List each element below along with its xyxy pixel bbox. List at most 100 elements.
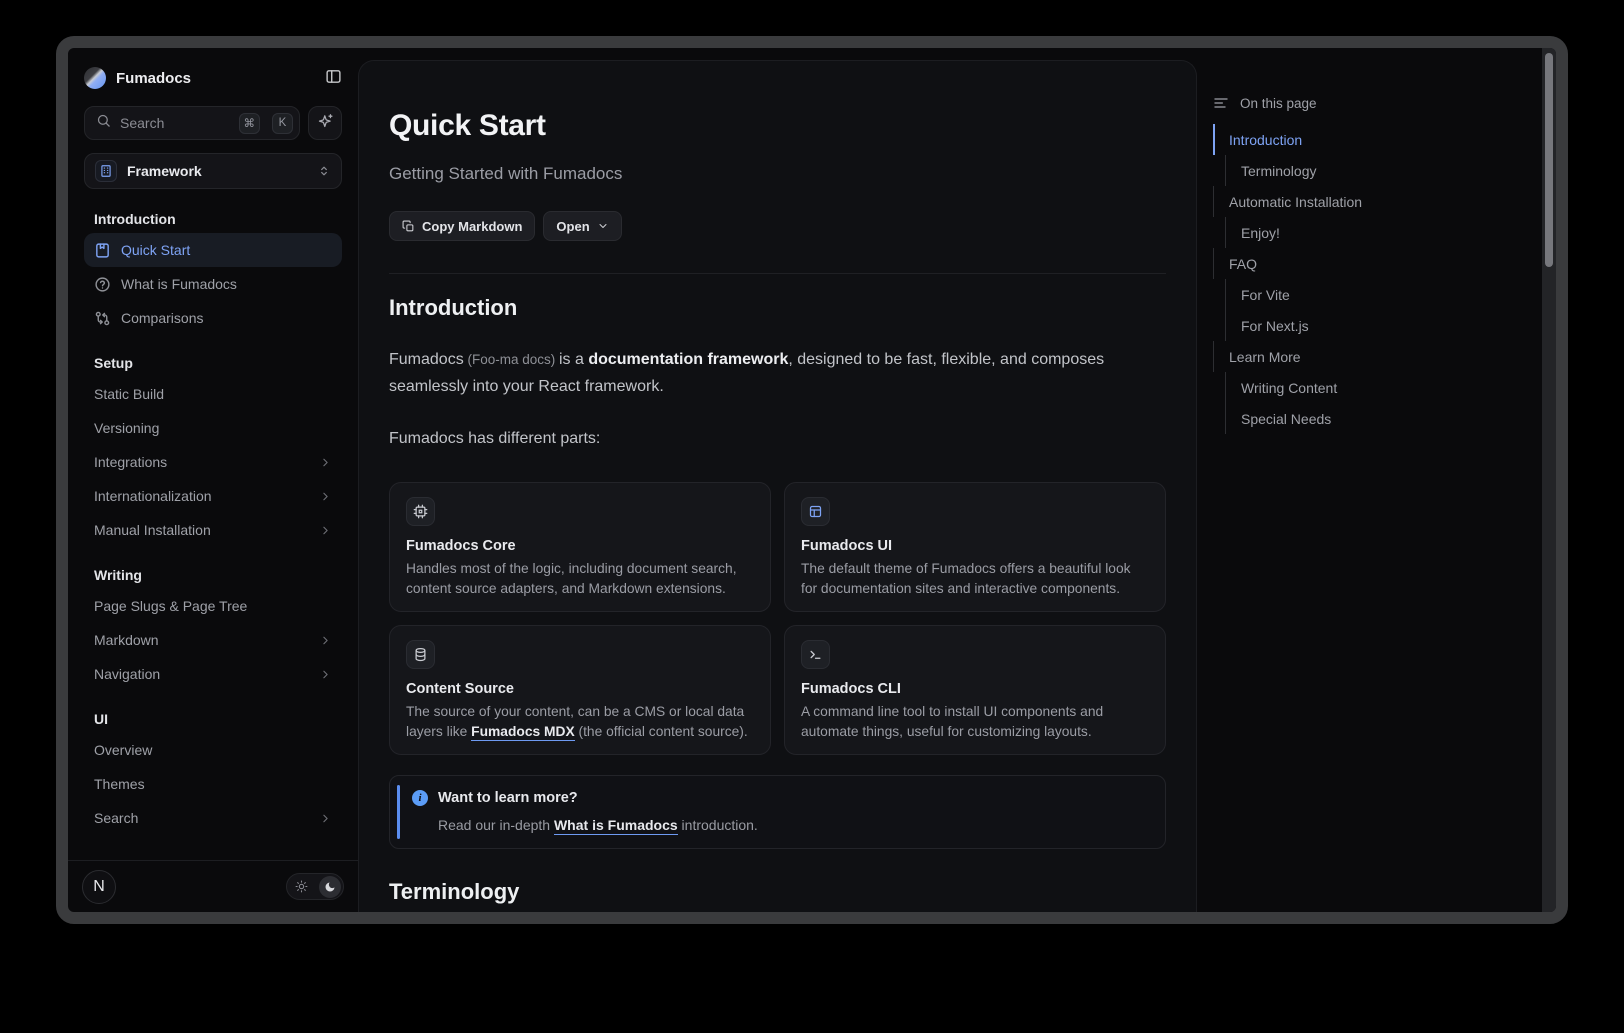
sidebar-item-quick-start[interactable]: Quick Start [84, 233, 342, 267]
toc-item-writing-content[interactable]: Writing Content [1225, 372, 1513, 403]
window-scrollbar-thumb[interactable] [1545, 53, 1553, 267]
callout-accent-bar [397, 785, 400, 839]
section-divider [389, 273, 1166, 274]
card-description: A command line tool to install UI compon… [801, 702, 1149, 741]
card-title: Fumadocs Core [406, 538, 754, 554]
copy-markdown-button[interactable]: Copy Markdown [389, 211, 535, 241]
sidebar-item-manual-installation[interactable]: Manual Installation [84, 513, 342, 547]
sidebar-item-integrations[interactable]: Integrations [84, 445, 342, 479]
chevron-down-icon [597, 220, 609, 232]
sidebar-item-label: Navigation [94, 666, 160, 682]
window-scrollbar-track[interactable] [1542, 48, 1556, 912]
sidebar-item-label: Versioning [94, 420, 159, 436]
search-placeholder: Search [120, 115, 227, 131]
toc-item-special-needs[interactable]: Special Needs [1225, 403, 1513, 434]
framework-select-value: Framework [127, 163, 202, 179]
sidebar-item-markdown[interactable]: Markdown [84, 623, 342, 657]
sidebar-item-page-slugs[interactable]: Page Slugs & Page Tree [84, 589, 342, 623]
sidebar-nav: Introduction Quick Start What is Fumadoc… [84, 211, 342, 835]
card-title: Content Source [406, 681, 754, 697]
kbd-command: ⌘ [239, 113, 261, 134]
page-title: Quick Start [389, 109, 1166, 143]
card-fumadocs-cli[interactable]: Fumadocs CLI A command line tool to inst… [784, 625, 1166, 755]
search-input[interactable]: Search ⌘ K [84, 106, 300, 140]
card-fumadocs-ui[interactable]: Fumadocs UI The default theme of Fumadoc… [784, 482, 1166, 612]
chevron-right-icon [319, 456, 332, 469]
sidebar-item-static-build[interactable]: Static Build [84, 377, 342, 411]
sidebar-header: Fumadocs [84, 60, 342, 96]
sidebar-item-label: Manual Installation [94, 522, 211, 538]
intro-paragraph: Fumadocs (Foo-ma docs) is a documentatio… [389, 346, 1166, 400]
section-title-writing: Writing [84, 567, 342, 583]
toc-item-faq[interactable]: FAQ [1213, 248, 1513, 279]
card-content-source[interactable]: Content Source The source of your conten… [389, 625, 771, 755]
toc-item-for-nextjs[interactable]: For Next.js [1225, 310, 1513, 341]
sidebar-item-themes[interactable]: Themes [84, 767, 342, 801]
fumadocs-logo [84, 67, 106, 89]
circle-help-icon [94, 276, 111, 293]
callout-text-pre: Read our in-depth [438, 817, 554, 833]
toc-item-for-vite[interactable]: For Vite [1225, 279, 1513, 310]
article-panel: Quick Start Getting Started with Fumadoc… [358, 60, 1197, 912]
framework-select[interactable]: Framework [84, 153, 342, 189]
toc-item-learn-more[interactable]: Learn More [1213, 341, 1513, 372]
sidebar-item-what-is-fumadocs[interactable]: What is Fumadocs [84, 267, 342, 301]
toc-item-introduction[interactable]: Introduction [1213, 124, 1513, 155]
sidebar-footer: N [68, 860, 358, 912]
callout-content: Want to learn more? Read our in-depth Wh… [438, 788, 758, 835]
card-description: The source of your content, can be a CMS… [406, 702, 754, 741]
toc-item-automatic-installation[interactable]: Automatic Installation [1213, 186, 1513, 217]
copy-markdown-label: Copy Markdown [422, 219, 522, 234]
callout-text-post: introduction. [678, 817, 758, 833]
page-actions: Copy Markdown Open [389, 211, 1166, 241]
sidebar-item-label: Quick Start [121, 242, 190, 258]
sun-icon [295, 880, 308, 893]
sidebar-item-internationalization[interactable]: Internationalization [84, 479, 342, 513]
avatar-letter: N [93, 878, 105, 896]
feature-cards: Fumadocs Core Handles most of the logic,… [389, 482, 1166, 755]
card-description: The default theme of Fumadocs offers a b… [801, 559, 1149, 598]
avatar[interactable]: N [82, 870, 116, 904]
building-icon [95, 160, 117, 182]
intro-mid: is a [559, 351, 588, 368]
moon-icon [319, 876, 341, 898]
open-button[interactable]: Open [543, 211, 621, 241]
what-is-fumadocs-link[interactable]: What is Fumadocs [554, 817, 678, 835]
app-window: Fumadocs Search ⌘ K [56, 36, 1568, 924]
sidebar-item-label: What is Fumadocs [121, 276, 237, 292]
card-description: Handles most of the logic, including doc… [406, 559, 754, 598]
sidebar-collapse-button[interactable] [325, 68, 342, 88]
callout-title: Want to learn more? [438, 788, 758, 808]
sidebar-item-versioning[interactable]: Versioning [84, 411, 342, 445]
card-fumadocs-core[interactable]: Fumadocs Core Handles most of the logic,… [389, 482, 771, 612]
theme-toggle[interactable] [286, 873, 344, 900]
search-icon [96, 113, 111, 133]
brand-title: Fumadocs [116, 70, 191, 87]
card-title: Fumadocs CLI [801, 681, 1149, 697]
toc-item-enjoy[interactable]: Enjoy! [1225, 217, 1513, 248]
cpu-icon [406, 497, 435, 526]
sidebar-item-comparisons[interactable]: Comparisons [84, 301, 342, 335]
terminal-icon [801, 640, 830, 669]
sidebar-item-search[interactable]: Search [84, 801, 342, 835]
chevron-right-icon [319, 812, 332, 825]
section-title-introduction: Introduction [84, 211, 342, 227]
ai-search-button[interactable] [308, 106, 342, 140]
page-subtitle: Getting Started with Fumadocs [389, 164, 1166, 184]
sidebar-item-navigation[interactable]: Navigation [84, 657, 342, 691]
card-desc-post: (the official content source). [575, 724, 748, 739]
panel-left-icon [325, 68, 342, 88]
sidebar-item-label: Internationalization [94, 488, 212, 504]
chevron-right-icon [319, 668, 332, 681]
toc-header-label: On this page [1240, 96, 1317, 111]
callout-body: Read our in-depth What is Fumadocs intro… [438, 815, 758, 835]
sidebar: Fumadocs Search ⌘ K [68, 48, 358, 912]
toc-item-terminology[interactable]: Terminology [1225, 155, 1513, 186]
chevron-right-icon [319, 634, 332, 647]
section-title-setup: Setup [84, 355, 342, 371]
card-title: Fumadocs UI [801, 538, 1149, 554]
fumadocs-mdx-link[interactable]: Fumadocs MDX [471, 724, 575, 741]
sidebar-item-label: Markdown [94, 632, 159, 648]
layout-icon [801, 497, 830, 526]
sidebar-item-overview[interactable]: Overview [84, 733, 342, 767]
